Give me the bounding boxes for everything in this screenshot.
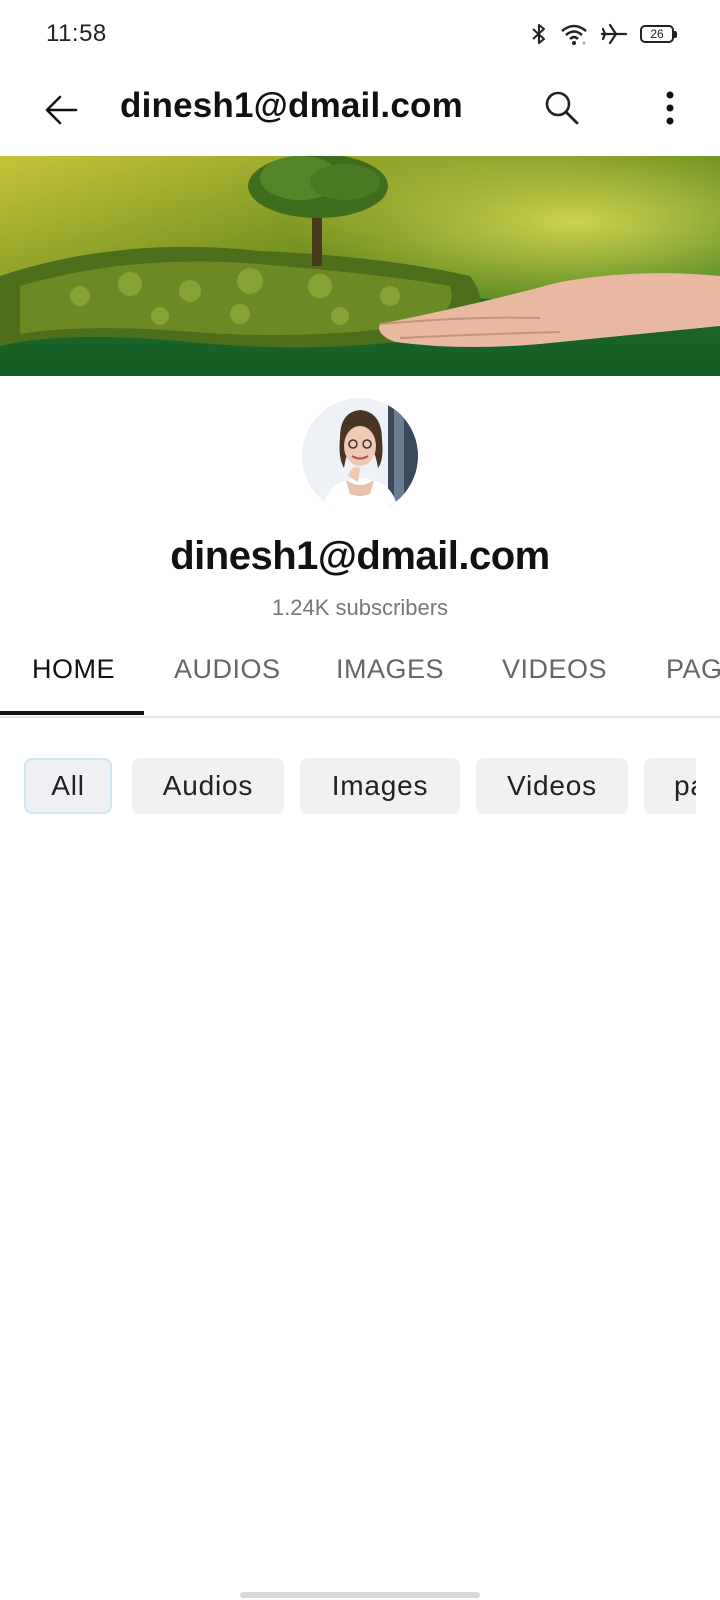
chip-images[interactable]: Images — [300, 758, 460, 814]
app-bar-title: dinesh1@dmail.com — [120, 86, 463, 125]
status-icons: 26 — [530, 22, 677, 46]
back-button[interactable] — [36, 84, 88, 136]
wifi-icon — [561, 24, 587, 45]
chip-label: All — [51, 770, 85, 801]
airplane-mode-icon — [600, 23, 628, 45]
arrow-left-icon — [45, 95, 78, 125]
channel-name: dinesh1@dmail.com — [170, 534, 550, 578]
channel-tabs: HOME AUDIOS IMAGES VIDEOS PAG — [0, 636, 720, 718]
active-tab-indicator — [0, 711, 144, 715]
status-time: 11:58 — [46, 20, 107, 47]
status-bar: 11:58 26 — [0, 0, 720, 70]
tab-pages[interactable]: PAG — [666, 654, 720, 685]
avatar-image — [302, 398, 418, 514]
tab-videos[interactable]: VIDEOS — [502, 654, 607, 685]
battery-icon: 26 — [640, 25, 677, 43]
tab-home[interactable]: HOME — [32, 654, 115, 685]
subscriber-count: 1.24K subscribers — [271, 595, 449, 620]
chip-all[interactable]: All — [24, 758, 112, 814]
filter-chips: All Audios Images Videos pa — [24, 758, 696, 816]
chip-label: Videos — [507, 770, 597, 801]
search-icon — [545, 91, 579, 125]
chip-label: Audios — [162, 770, 254, 801]
home-indicator[interactable] — [240, 1592, 480, 1598]
channel-banner — [0, 156, 720, 376]
chip-label: Images — [331, 770, 429, 801]
app-bar: dinesh1@dmail.com — [0, 70, 720, 156]
tab-images[interactable]: IMAGES — [336, 654, 444, 685]
battery-level: 26 — [650, 27, 664, 41]
more-vertical-icon — [666, 91, 674, 125]
channel-avatar[interactable] — [302, 398, 418, 514]
banner-image — [0, 156, 720, 376]
chip-pages[interactable]: pa — [644, 758, 696, 814]
chip-videos[interactable]: Videos — [476, 758, 628, 814]
search-button[interactable] — [536, 82, 588, 134]
more-options-button[interactable] — [644, 82, 696, 134]
bluetooth-icon — [532, 24, 545, 44]
chip-audios[interactable]: Audios — [132, 758, 284, 814]
chip-label: pa — [674, 770, 696, 801]
tab-audios[interactable]: AUDIOS — [174, 654, 281, 685]
